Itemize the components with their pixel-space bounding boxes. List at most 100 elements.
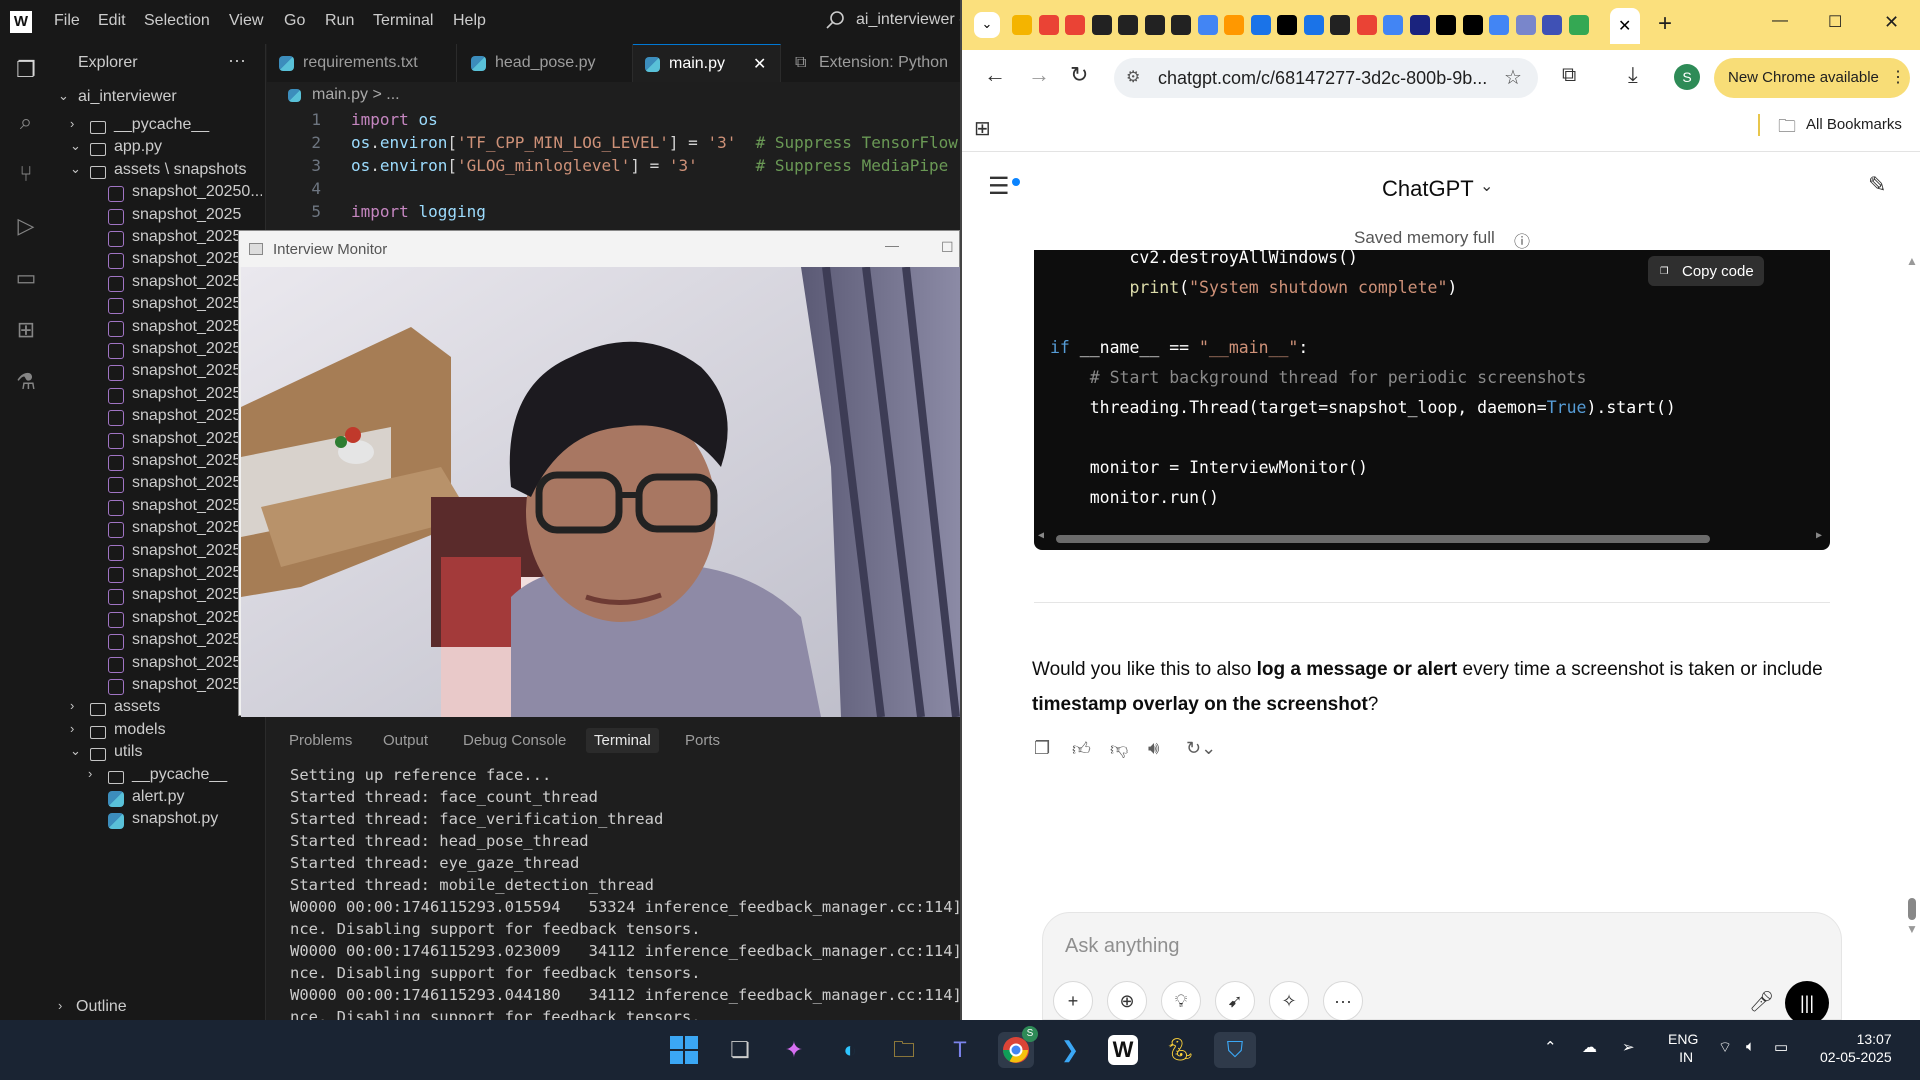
source-control-icon[interactable]: ⑂ — [12, 160, 40, 188]
battery-icon[interactable]: ▭ — [1774, 1038, 1788, 1056]
pinned-tab-favicon[interactable] — [1462, 15, 1483, 35]
scroll-right-icon[interactable]: ▶ — [1816, 530, 1822, 541]
tab-terminal[interactable]: Terminal — [586, 728, 659, 753]
minimize-icon[interactable]: — — [1772, 12, 1788, 30]
menu-run[interactable]: Run — [325, 12, 354, 30]
menu-file[interactable]: File — [54, 12, 80, 30]
new-tab-icon[interactable]: + — [1658, 10, 1672, 38]
monitor-titlebar[interactable]: Interview Monitor — ☐ — [239, 231, 959, 267]
extensions-icon[interactable]: ⧉ — [1562, 64, 1576, 87]
chevron-up-icon[interactable]: ⌃ — [1544, 1038, 1557, 1056]
thumbs-up-icon[interactable]: 👍︎ — [1072, 738, 1091, 760]
maximize-icon[interactable]: ☐ — [941, 239, 954, 256]
pinned-tab-favicon[interactable] — [1409, 15, 1430, 35]
page-scrollbar-thumb[interactable] — [1908, 898, 1916, 920]
close-icon[interactable]: ✕ — [1618, 16, 1631, 36]
read-aloud-icon[interactable]: 🔊︎ — [1148, 738, 1159, 759]
pinned-tab-favicon[interactable] — [1091, 15, 1112, 35]
menu-selection[interactable]: Selection — [144, 12, 210, 30]
pinned-tab-favicon[interactable] — [1356, 15, 1377, 35]
reason-button[interactable]: 💡︎ — [1161, 981, 1201, 1021]
thumbs-down-icon[interactable]: 👎︎ — [1110, 738, 1128, 760]
microphone-icon[interactable]: 🎤︎ — [1749, 989, 1774, 1014]
menu-go[interactable]: Go — [284, 12, 305, 30]
create-image-button[interactable]: ✧ — [1269, 981, 1309, 1021]
all-bookmarks-label[interactable]: All Bookmarks — [1806, 116, 1902, 133]
pinned-tab-favicon[interactable] — [1515, 15, 1536, 35]
task-view-icon[interactable]: ❏ — [722, 1032, 758, 1068]
explorer-icon[interactable]: ❐ — [12, 56, 40, 84]
prompt-composer[interactable]: Ask anything + ⊕ 💡︎ ➹ ✧ ··· 🎤︎ ||| — [1042, 912, 1842, 1025]
download-icon[interactable]: ⤓ — [1628, 62, 1638, 88]
copy-code-button[interactable]: ❐ Copy code — [1648, 256, 1764, 286]
tab-search-icon[interactable]: ⌄ — [974, 12, 1000, 38]
pinned-tab-favicon[interactable] — [1065, 15, 1085, 35]
tab-requirements[interactable]: requirements.txt — [267, 44, 457, 82]
copy-icon[interactable]: ❐ — [1034, 738, 1050, 759]
site-info-icon[interactable]: ⚙ — [1126, 67, 1140, 87]
interview-monitor-window[interactable]: Interview Monitor — ☐ — [238, 230, 960, 717]
add-attachment-button[interactable]: + — [1053, 981, 1093, 1021]
teams-icon[interactable]: T — [942, 1032, 978, 1068]
copilot-icon[interactable]: ✦ — [776, 1032, 812, 1068]
run-debug-icon[interactable]: ▷ — [12, 212, 40, 240]
new-chrome-available-button[interactable]: New Chrome available ⋮ — [1714, 58, 1910, 98]
regenerate-icon[interactable]: ↻⌄ — [1186, 738, 1216, 759]
scroll-left-icon[interactable]: ◀ — [1038, 530, 1044, 541]
remote-explorer-icon[interactable]: ▭ — [12, 264, 40, 292]
python-icon[interactable]: 🐍︎ — [1162, 1032, 1198, 1068]
kebab-menu-icon[interactable]: ⋮ — [1890, 67, 1906, 87]
clock[interactable]: 13:07 02-05-2025 — [1820, 1030, 1892, 1066]
pinned-tab-favicon[interactable] — [1383, 15, 1403, 35]
pinned-tab-favicon[interactable] — [1542, 15, 1562, 35]
tab-output[interactable]: Output — [383, 732, 428, 749]
close-window-icon[interactable]: ✕ — [1884, 12, 1899, 33]
tab-problems[interactable]: Problems — [289, 732, 352, 749]
tab-extension-python[interactable]: ⧉ Extension: Python — [781, 44, 960, 82]
menu-help[interactable]: Help — [453, 12, 486, 30]
minimize-icon[interactable]: — — [885, 237, 899, 253]
pinned-tab-favicon[interactable] — [1330, 15, 1350, 35]
start-button[interactable] — [666, 1032, 702, 1068]
tab-head-pose[interactable]: head_pose.py — [457, 44, 633, 82]
horizontal-scrollbar[interactable] — [1056, 535, 1710, 543]
extensions-icon[interactable]: ⊞ — [12, 316, 40, 344]
forward-icon[interactable]: → — [1028, 62, 1050, 88]
close-icon[interactable]: ✕ — [753, 54, 766, 74]
bookmark-star-icon[interactable]: ☆ — [1504, 65, 1522, 90]
pinned-tab-favicon[interactable] — [1038, 15, 1059, 35]
testing-icon[interactable]: ⚗ — [12, 368, 40, 396]
deep-research-button[interactable]: ➹ — [1215, 981, 1255, 1021]
pinned-tab-favicon[interactable] — [1171, 15, 1191, 35]
pinned-tab-favicon[interactable] — [1144, 15, 1165, 35]
volume-icon[interactable]: 🔈︎ — [1746, 1038, 1755, 1055]
file-explorer-icon[interactable]: 🗀 — [886, 1032, 922, 1068]
tree-root[interactable]: ⌄ ai_interviewer — [52, 88, 262, 114]
pinned-tab-favicon[interactable] — [1224, 15, 1244, 35]
web-search-button[interactable]: ⊕ — [1107, 981, 1147, 1021]
edge-icon[interactable]: ◐ — [832, 1032, 868, 1068]
wifi-icon[interactable]: ⌔ — [1718, 1038, 1732, 1057]
pinned-tab-favicon[interactable] — [1568, 15, 1589, 35]
chevron-down-icon[interactable]: ⌄ — [1480, 176, 1493, 196]
menu-edit[interactable]: Edit — [98, 12, 126, 30]
tab-debug-console[interactable]: Debug Console — [463, 732, 566, 749]
tab-main[interactable]: main.py ✕ — [633, 44, 781, 82]
pinned-tab-favicon[interactable] — [1197, 15, 1218, 35]
info-icon[interactable]: ⓘ — [1514, 228, 1530, 252]
chrome-taskbar-icon[interactable]: S — [998, 1026, 1038, 1068]
pinned-tab-favicon[interactable] — [1489, 15, 1509, 35]
new-chat-icon[interactable]: ✎ — [1868, 172, 1886, 198]
location-icon[interactable]: ➢ — [1622, 1038, 1635, 1056]
tab-ports[interactable]: Ports — [685, 732, 720, 749]
tree-file[interactable]: snapshot.py — [52, 810, 262, 836]
pinned-tab-favicon[interactable] — [1277, 15, 1297, 35]
more-actions-icon[interactable]: ··· — [228, 50, 246, 71]
pinned-tab-favicon[interactable] — [1303, 15, 1324, 35]
pinned-tab-favicon[interactable] — [1118, 15, 1138, 35]
apps-grid-icon[interactable]: ⊞ — [974, 116, 991, 141]
search-icon[interactable]: ⌕ — [12, 108, 40, 136]
menu-view[interactable]: View — [229, 12, 263, 30]
security-shield-icon[interactable]: ⛉ — [1214, 1032, 1256, 1068]
menu-terminal[interactable]: Terminal — [373, 12, 433, 30]
